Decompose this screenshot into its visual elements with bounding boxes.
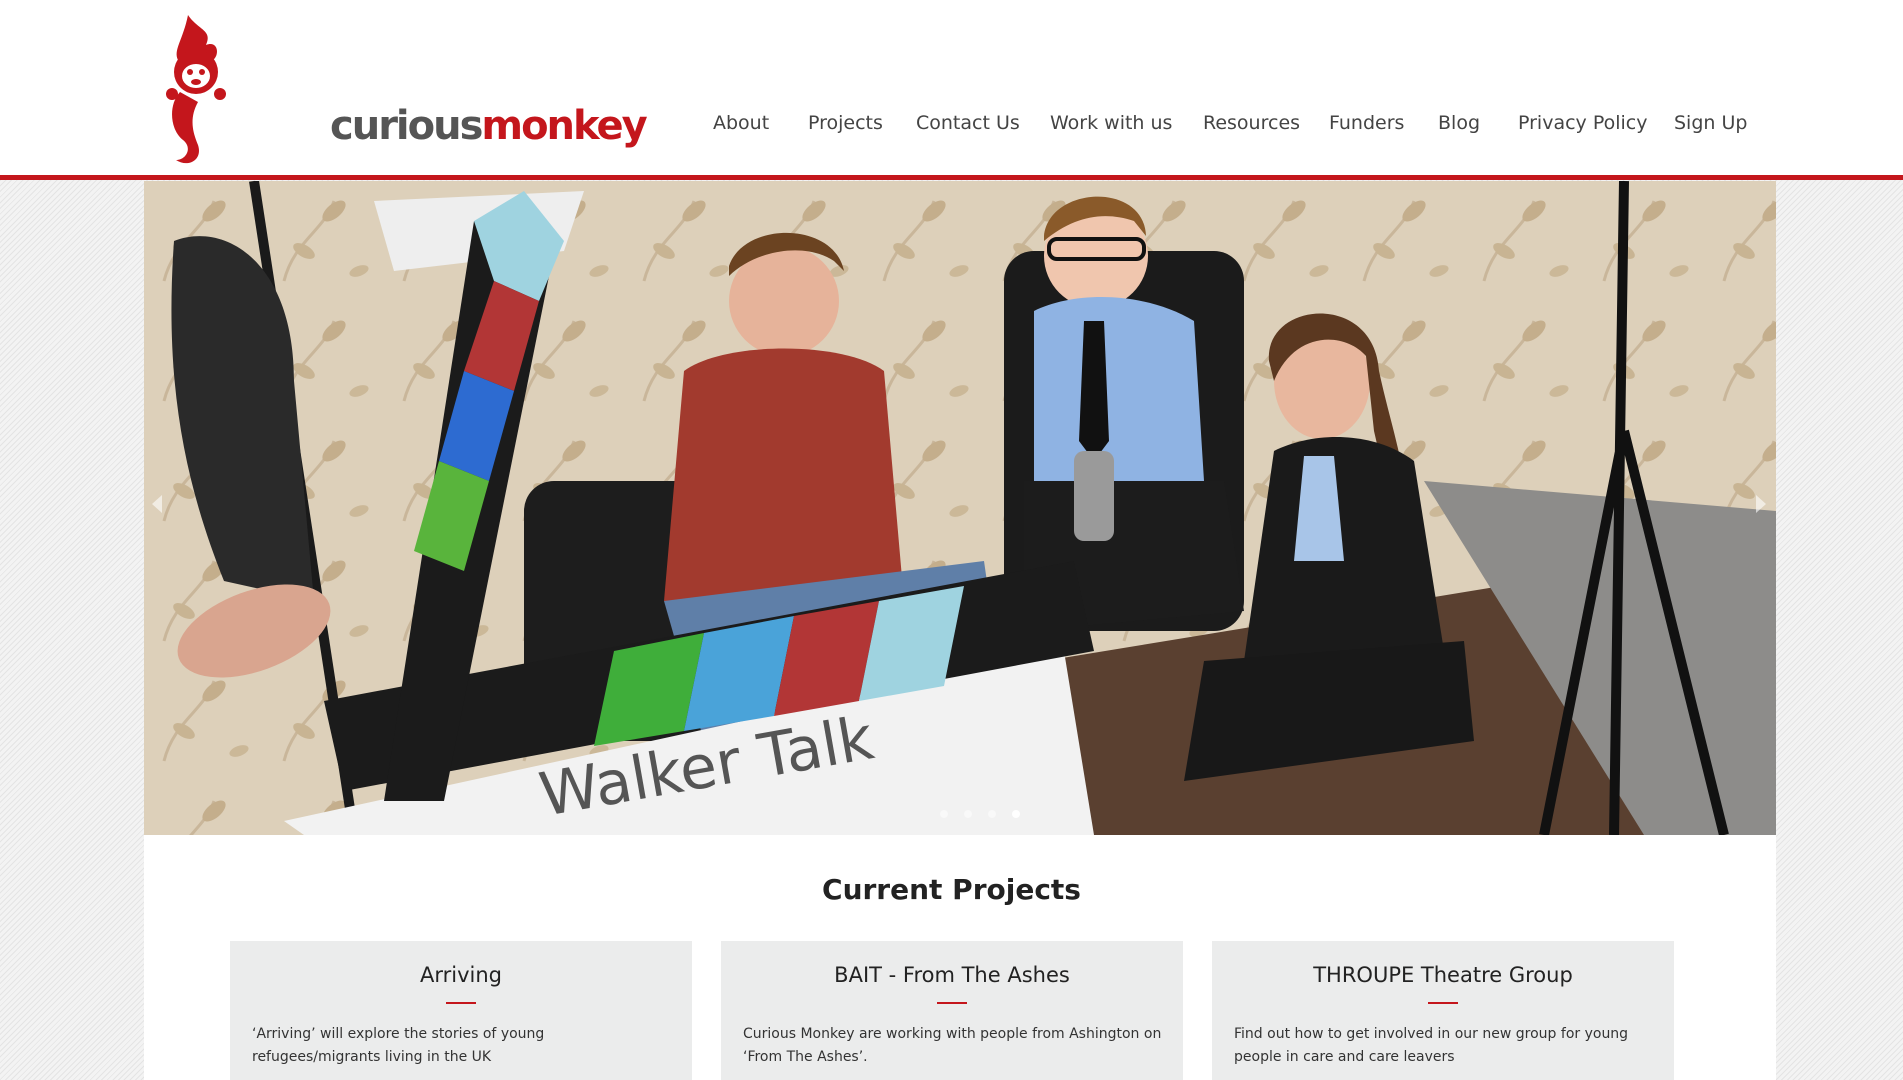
project-description: Curious Monkey are working with people f… xyxy=(743,1026,1162,1065)
project-description: ‘Arriving’ will explore the stories of y… xyxy=(252,1026,545,1065)
nav-privacy-policy[interactable]: Privacy Policy xyxy=(1518,112,1647,134)
hero-carousel[interactable]: Walker Talk xyxy=(144,181,1776,835)
title-divider xyxy=(937,1002,967,1004)
carousel-dot-4[interactable] xyxy=(1012,810,1020,818)
chevron-right-icon[interactable] xyxy=(1756,495,1766,513)
title-divider xyxy=(1428,1002,1458,1004)
carousel-dot-3[interactable] xyxy=(988,810,996,818)
hero-image: Walker Talk xyxy=(144,181,1776,835)
chevron-left-icon[interactable] xyxy=(152,495,162,513)
carousel-dot-2[interactable] xyxy=(964,810,972,818)
project-card-throupe[interactable]: THROUPE Theatre Group Find out how to ge… xyxy=(1212,941,1674,1080)
nav-resources[interactable]: Resources xyxy=(1203,112,1300,134)
project-title[interactable]: BAIT - From The Ashes xyxy=(721,963,1183,987)
nav-work-with-us[interactable]: Work with us xyxy=(1050,112,1172,134)
nav-projects[interactable]: Projects xyxy=(808,112,883,134)
nav-about[interactable]: About xyxy=(713,112,769,134)
project-title[interactable]: THROUPE Theatre Group xyxy=(1212,963,1674,987)
section-title: Current Projects xyxy=(822,873,1081,906)
nav-sign-up[interactable]: Sign Up xyxy=(1674,112,1747,134)
nav-funders[interactable]: Funders xyxy=(1329,112,1404,134)
project-card-bait[interactable]: BAIT - From The Ashes Curious Monkey are… xyxy=(721,941,1183,1080)
site-header: curiousmonkey About Projects Contact Us … xyxy=(0,0,1903,180)
nav-blog[interactable]: Blog xyxy=(1438,112,1480,134)
project-description: Find out how to get involved in our new … xyxy=(1234,1026,1629,1065)
monkey-icon xyxy=(166,15,226,164)
nav-contact-us[interactable]: Contact Us xyxy=(916,112,1020,134)
main-nav: About Projects Contact Us Work with us R… xyxy=(0,112,1903,136)
project-title[interactable]: Arriving xyxy=(230,963,692,987)
carousel-dot-1[interactable] xyxy=(940,810,948,818)
title-divider xyxy=(446,1002,476,1004)
project-card-arriving[interactable]: Arriving ‘Arriving’ will explore the sto… xyxy=(230,941,692,1080)
site-logo[interactable]: curiousmonkey xyxy=(158,10,648,170)
